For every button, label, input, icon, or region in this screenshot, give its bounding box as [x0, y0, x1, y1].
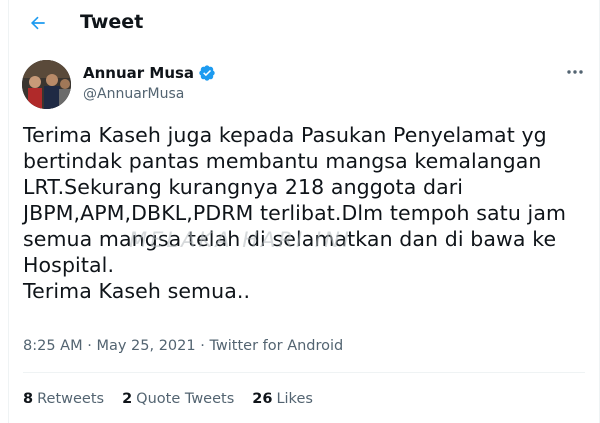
back-button[interactable] [23, 8, 53, 38]
tweet-text: Terima Kaseh juga kepada Pasukan Penyela… [23, 123, 567, 303]
retweets-stat[interactable]: 8 Retweets [23, 391, 104, 407]
engagement-stats: 8 Retweets 2 Quote Tweets 26 Likes [23, 391, 313, 407]
quote-tweets-stat[interactable]: 2 Quote Tweets [122, 391, 234, 407]
divider [23, 372, 585, 373]
meta-separator: · [195, 338, 210, 354]
page-title: Tweet [80, 11, 144, 33]
tweet-source[interactable]: Twitter for Android [209, 338, 343, 354]
verified-badge-icon [199, 65, 215, 81]
tweet-metadata: 8:25 AM · May 25, 2021 · Twitter for And… [23, 338, 343, 354]
author-handle[interactable]: @AnnuarMusa [83, 84, 216, 104]
likes-stat[interactable]: 26 Likes [252, 391, 313, 407]
tweet-date[interactable]: May 25, 2021 [96, 338, 195, 354]
meta-separator: · [82, 338, 97, 354]
avatar[interactable] [22, 60, 71, 109]
tweet-time[interactable]: 8:25 AM [23, 338, 83, 354]
author-block: Annuar Musa @AnnuarMusa [83, 63, 216, 104]
arrow-left-icon [30, 16, 45, 30]
more-horizontal-icon [567, 70, 583, 74]
author-name[interactable]: Annuar Musa [83, 63, 194, 83]
tweet-detail-panel: Tweet Annuar Musa @AnnuarMusa Terima Kas… [8, 0, 600, 423]
page-header: Tweet [9, 0, 599, 46]
more-options-button[interactable] [563, 62, 587, 82]
